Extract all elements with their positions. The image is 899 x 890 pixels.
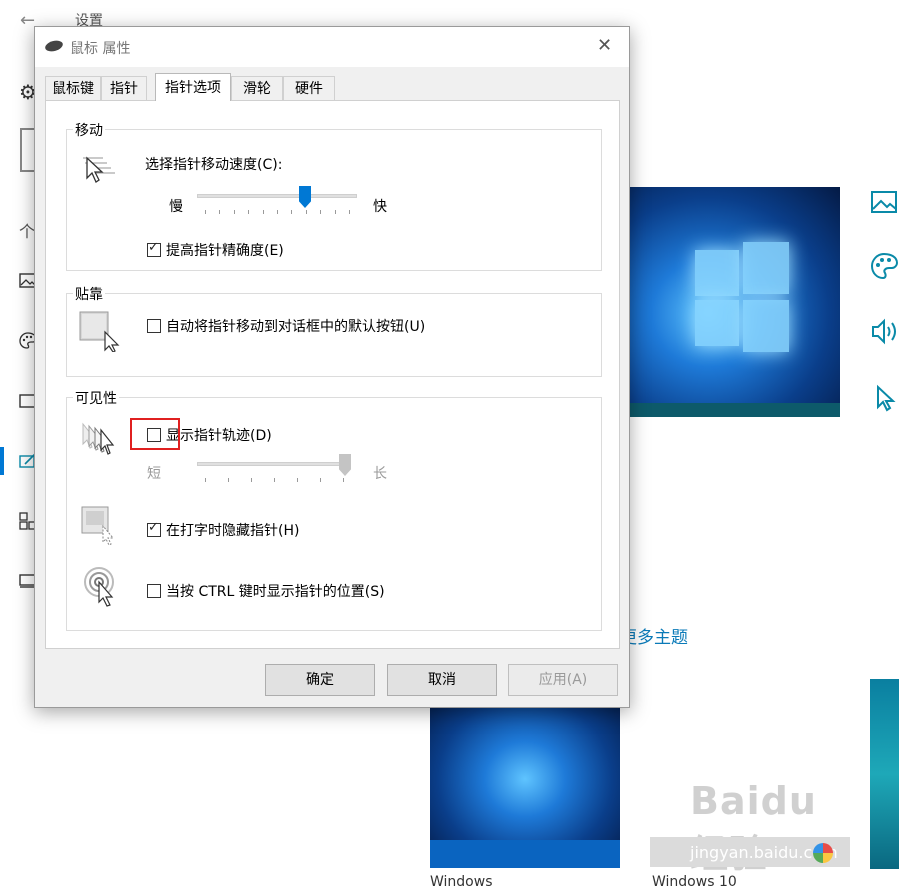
apply-button[interactable]: 应用(A) [508, 664, 618, 696]
group-label: 可见性 [73, 388, 119, 408]
trail-length-slider-track[interactable] [197, 462, 351, 466]
snap-label[interactable]: 自动将指针移动到对话框中的默认按钮(U) [166, 316, 425, 336]
ctrl-locate-icon [84, 567, 114, 607]
pointer-speed-icon [83, 156, 115, 183]
slider-tick [205, 210, 206, 214]
theme-thumbnail-partial[interactable] [870, 679, 899, 869]
baidu-logo-icon [813, 843, 833, 863]
back-arrow-icon[interactable]: ← [20, 10, 35, 31]
slider-tick [263, 210, 264, 214]
trail-length-slider-thumb[interactable] [339, 454, 351, 476]
group-label: 贴靠 [73, 284, 105, 304]
hide-while-typing-icon [81, 506, 115, 546]
tab-wheel[interactable]: 滑轮 [231, 76, 283, 100]
slider-tick [274, 478, 275, 482]
palette-icon[interactable] [870, 252, 899, 281]
short-label: 短 [147, 466, 161, 482]
fast-label: 快 [373, 199, 387, 215]
slider-tick [306, 210, 307, 214]
motion-group: 移动 选择指针移动速度(C): 慢 快 提高指针精确度(E) [66, 120, 602, 271]
slider-tick [335, 210, 336, 214]
slider-tick [320, 210, 321, 214]
tab-buttons[interactable]: 鼠标键 [45, 76, 101, 100]
slider-tick [297, 478, 298, 482]
slider-tick [291, 210, 292, 214]
dialog-titlebar[interactable]: 鼠标 属性 ✕ [35, 27, 629, 67]
tab-pointers[interactable]: 指针 [101, 76, 147, 100]
slider-tick [349, 210, 350, 214]
slider-tick [248, 210, 249, 214]
slider-tick [228, 478, 229, 482]
ctrl-locate-label[interactable]: 当按 CTRL 键时显示指针的位置(S) [166, 581, 385, 601]
snap-to-group: 贴靠 自动将指针移动到对话框中的默认按钮(U) [66, 284, 602, 377]
slider-tick [277, 210, 278, 214]
slider-tick [320, 478, 321, 482]
highlight-annotation-box [130, 418, 180, 450]
close-icon[interactable]: ✕ [597, 35, 612, 56]
slider-tick [251, 478, 252, 482]
tab-pointer-options[interactable]: 指针选项 [155, 73, 231, 101]
precision-label[interactable]: 提高指针精确度(E) [166, 240, 284, 260]
speed-ticks [197, 210, 357, 216]
dialog-title: 鼠标 属性 [70, 41, 131, 57]
sidebar-selected-indicator [0, 447, 4, 475]
image-icon[interactable] [870, 188, 899, 217]
pointer-trails-icon [82, 422, 115, 455]
mouse-icon [44, 38, 64, 54]
tab-panel: 移动 选择指针移动速度(C): 慢 快 提高指针精确度(E) 贴靠 自动将指针移… [45, 100, 620, 649]
ctrl-locate-checkbox[interactable] [147, 584, 161, 598]
slider-tick [219, 210, 220, 214]
hide-typing-checkbox[interactable] [147, 520, 161, 537]
slider-tick [205, 478, 206, 482]
speed-label: 选择指针移动速度(C): [145, 157, 283, 173]
speed-slider-track[interactable] [197, 194, 357, 198]
slider-tick [343, 478, 344, 482]
theme-caption: Windows [430, 874, 493, 890]
mouse-properties-dialog: 鼠标 属性 ✕ 鼠标键 指针 指针选项 滑轮 硬件 移动 选择指针移动速度(C)… [34, 26, 630, 708]
trail-ticks [197, 478, 351, 484]
cancel-button[interactable]: 取消 [387, 664, 497, 696]
slider-tick [234, 210, 235, 214]
cursor-icon[interactable] [870, 384, 899, 413]
ok-button[interactable]: 确定 [265, 664, 375, 696]
long-label: 长 [373, 466, 387, 482]
precision-checkbox[interactable] [147, 240, 161, 257]
background-preview [600, 187, 840, 417]
hide-typing-label[interactable]: 在打字时隐藏指针(H) [166, 520, 299, 540]
tab-hardware[interactable]: 硬件 [283, 76, 335, 100]
speaker-icon[interactable] [870, 317, 899, 346]
trails-label[interactable]: 显示指针轨迹(D) [166, 425, 272, 445]
slow-label: 慢 [169, 199, 183, 215]
group-label: 移动 [73, 120, 105, 140]
more-themes-link[interactable]: 更多主题 [620, 623, 688, 648]
sidebar-section-heading: 个 [19, 222, 36, 241]
windows-logo-image [695, 242, 790, 352]
baidu-watermark: Baidu经验 jingyan.baidu.com [650, 777, 850, 876]
theme-thumbnail-windows[interactable] [430, 706, 620, 868]
snap-button-icon [79, 311, 120, 352]
speed-slider-thumb[interactable] [299, 186, 311, 208]
snap-checkbox[interactable] [147, 319, 161, 333]
